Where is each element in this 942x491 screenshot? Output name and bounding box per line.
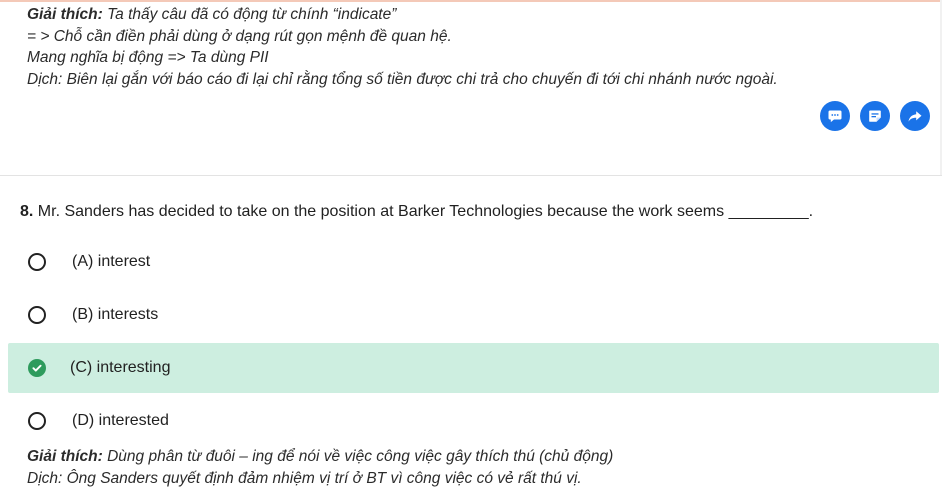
radio-button[interactable]: [28, 306, 46, 324]
note-button[interactable]: [860, 101, 890, 131]
radio-button[interactable]: [28, 412, 46, 430]
comment-icon: [828, 110, 842, 123]
option-c-correct[interactable]: (C) interesting: [8, 343, 939, 393]
previous-explanation-line-1: Giải thích: Ta thấy câu đã có động từ ch…: [27, 4, 907, 26]
share-icon: [908, 111, 922, 122]
question-text: Mr. Sanders has decided to take on the p…: [33, 203, 814, 220]
section-divider: [0, 175, 942, 176]
option-label: (C) interesting: [70, 359, 171, 376]
explanation-text: Dùng phân từ đuôi – ing để nói về việc c…: [102, 448, 614, 465]
option-b[interactable]: (B) interests: [8, 290, 939, 340]
option-a[interactable]: (A) interest: [8, 237, 939, 287]
option-label: (B) interests: [72, 306, 159, 323]
option-label: (D) interested: [72, 412, 169, 429]
previous-explanation-text: Ta thấy câu đã có động từ chính “indicat…: [102, 6, 397, 23]
quiz-page: Giải thích: Ta thấy câu đã có động từ ch…: [0, 0, 942, 491]
answer-explanation: Giải thích: Dùng phân từ đuôi – ing để n…: [27, 446, 927, 490]
check-circle-icon[interactable]: [28, 359, 46, 377]
explanation-translation: Dịch: Ông Sanders quyết định đảm nhiệm v…: [27, 470, 582, 487]
option-d[interactable]: (D) interested: [8, 396, 939, 446]
previous-explanation-line-2: = > Chỗ cần điền phải dùng ở dạng rút gọ…: [27, 27, 452, 45]
share-button[interactable]: [900, 101, 930, 131]
explanation-label: Giải thích:: [27, 448, 103, 465]
question-number: 8.: [20, 203, 34, 220]
comment-button[interactable]: [820, 101, 850, 131]
option-label: (A) interest: [72, 253, 151, 270]
check-mark-icon: [32, 364, 42, 372]
previous-explanation: Giải thích: Ta thấy câu đã có động từ ch…: [27, 4, 907, 90]
previous-explanation-label: Giải thích:: [27, 6, 103, 23]
question-actions: [820, 101, 930, 131]
radio-button[interactable]: [28, 253, 46, 271]
explanation-line: Giải thích: Dùng phân từ đuôi – ing để n…: [27, 446, 927, 468]
previous-explanation-line-3: Mang nghĩa bị động => Ta dùng PII: [27, 49, 269, 66]
previous-translation: Dịch: Biên lại gắn với báo cáo đi lại ch…: [27, 70, 778, 88]
card-top-border: [0, 0, 942, 2]
question-8: 8. Mr. Sanders has decided to take on th…: [20, 201, 920, 223]
answer-options: (A) interest (B) interests (C) interesti…: [8, 237, 939, 449]
note-icon: [869, 110, 881, 122]
